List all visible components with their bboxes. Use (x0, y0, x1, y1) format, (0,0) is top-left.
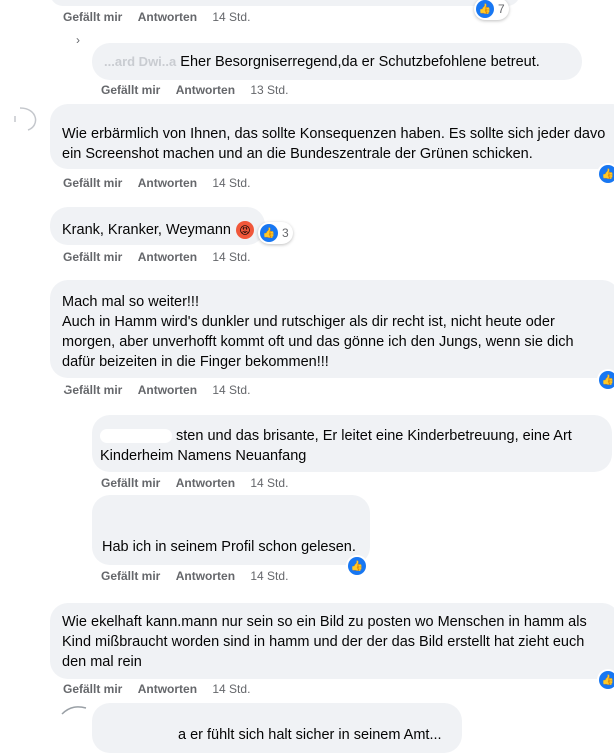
thumbs-up-icon[interactable]: 👍 (599, 371, 614, 389)
comment-text: morgen, aber unverhofft kommt oft und da… (62, 334, 574, 350)
comment-text: Eher Besorgniserregend,da er Schutzbefoh… (180, 54, 540, 70)
reaction-count: 7 (498, 2, 505, 16)
reply-action[interactable]: Antworten (138, 10, 197, 24)
comment-bubble: Krank, Kranker, Weymann (50, 207, 265, 245)
timestamp[interactable]: 14 Std. (212, 250, 250, 264)
comment-actions: Gefällt mir Antworten 14 Std. (63, 250, 250, 264)
author-name[interactable]: ...ard Dwi..a (104, 54, 176, 69)
reaction-counter[interactable]: 👍 7 (474, 0, 509, 20)
thumbs-up-icon[interactable]: 👍 (599, 165, 614, 183)
comment-text: a er fühlt sich halt sicher in seinem Am… (178, 727, 442, 743)
reaction-counter[interactable]: 👍 3 (258, 222, 293, 244)
thumbs-up-icon[interactable]: 👍 (599, 671, 614, 689)
like-action[interactable]: Gefällt mir (63, 383, 122, 397)
like-action[interactable]: Gefällt mir (63, 250, 122, 264)
reply-action[interactable]: Antworten (176, 476, 235, 490)
reaction-count: 3 (282, 226, 289, 240)
timestamp[interactable]: 14 Std. (212, 176, 250, 190)
angry-face-icon: 😡 (236, 221, 254, 239)
reply-bubble: a er fühlt sich halt sicher in seinem Am… (92, 703, 462, 753)
comment-actions: Gefällt mir Antworten 14 Std. (63, 682, 250, 693)
comment-text: ein Screenshot machen und an die Bundesz… (62, 146, 533, 162)
reply-bubble: sten und das brisante, Er leitet eine Ki… (92, 415, 612, 472)
author-name-redacted (100, 429, 172, 444)
reply-bubble: Hab ich in seinem Profil schon gelesen. (92, 495, 370, 565)
comment-actions: Gefällt mir Antworten 14 Std. (63, 176, 250, 190)
comment-bubble-top-cut (50, 0, 520, 6)
thread-connector (61, 706, 87, 715)
timestamp[interactable]: 13 Std. (250, 83, 288, 97)
reply-action[interactable]: Antworten (138, 250, 197, 264)
thumbs-up-icon: 👍 (476, 0, 494, 18)
timestamp[interactable]: 14 Std. (212, 682, 250, 693)
timestamp[interactable]: 14 Std. (212, 10, 250, 24)
comment-bubble: Mach mal so weiter!!! Auch in Hamm wird'… (50, 280, 614, 378)
comment-text: Wie ekelhaft kann.mann nur sein so ein B… (62, 614, 587, 630)
comment-text: sten und das brisante, Er leitet eine Ki… (176, 428, 572, 444)
like-action[interactable]: Gefällt mir (63, 682, 122, 693)
comment-text: Auch in Hamm wird's dunkler und rutschig… (62, 314, 555, 330)
timestamp[interactable]: 14 Std. (212, 383, 250, 397)
comment-text: Hab ich in seinem Profil schon gelesen. (102, 539, 356, 555)
reply-action[interactable]: Antworten (138, 682, 197, 693)
comment-bubble: Wie ekelhaft kann.mann nur sein so ein B… (50, 603, 614, 679)
comment-text: dafür beizeiten in die Finger bekommen!!… (62, 354, 329, 370)
comment-actions: Gefällt mir Antworten 14 Std. (101, 476, 288, 490)
comment-actions: Gefällt mir Antworten 14 Std. (63, 10, 250, 24)
timestamp[interactable]: 14 Std. (250, 476, 288, 490)
comment-bubble: Wie erbärmlich von Ihnen, das sollte Kon… (50, 104, 614, 169)
reply-action[interactable]: Antworten (138, 383, 197, 397)
comment-text: den mal rein (62, 654, 142, 670)
comment-text: Kinderheim Namens Neuanfang (100, 448, 307, 464)
comment-text: Krank, Kranker, Weymann (62, 222, 231, 238)
comment-actions: Gefällt mir Antworten 13 Std. (101, 83, 288, 97)
thumbs-up-icon: 👍 (260, 224, 278, 242)
reply-action[interactable]: Antworten (176, 569, 235, 583)
avatar[interactable] (58, 382, 66, 392)
chevron-right-icon[interactable]: › (76, 33, 80, 47)
thread-connector (14, 107, 37, 131)
like-action[interactable]: Gefällt mir (101, 476, 160, 490)
timestamp[interactable]: 14 Std. (250, 569, 288, 583)
comment-actions: Gefällt mir Antworten 14 Std. (63, 383, 250, 397)
thumbs-up-icon[interactable]: 👍 (348, 557, 366, 575)
comment-text: Mach mal so weiter!!! (62, 294, 199, 310)
like-action[interactable]: Gefällt mir (101, 83, 160, 97)
like-action[interactable]: Gefällt mir (63, 10, 122, 24)
like-action[interactable]: Gefällt mir (101, 569, 160, 583)
reply-action[interactable]: Antworten (176, 83, 235, 97)
reply-bubble: ...ard Dwi..a Eher Besorgniserregend,da … (92, 43, 582, 80)
like-action[interactable]: Gefällt mir (63, 176, 122, 190)
comment-text: Kind mißbraucht worden sind in hamm und … (62, 634, 585, 650)
reply-action[interactable]: Antworten (138, 176, 197, 190)
comment-text: Wie erbärmlich von Ihnen, das sollte Kon… (62, 126, 606, 142)
comment-actions: Gefällt mir Antworten 14 Std. (101, 569, 288, 583)
